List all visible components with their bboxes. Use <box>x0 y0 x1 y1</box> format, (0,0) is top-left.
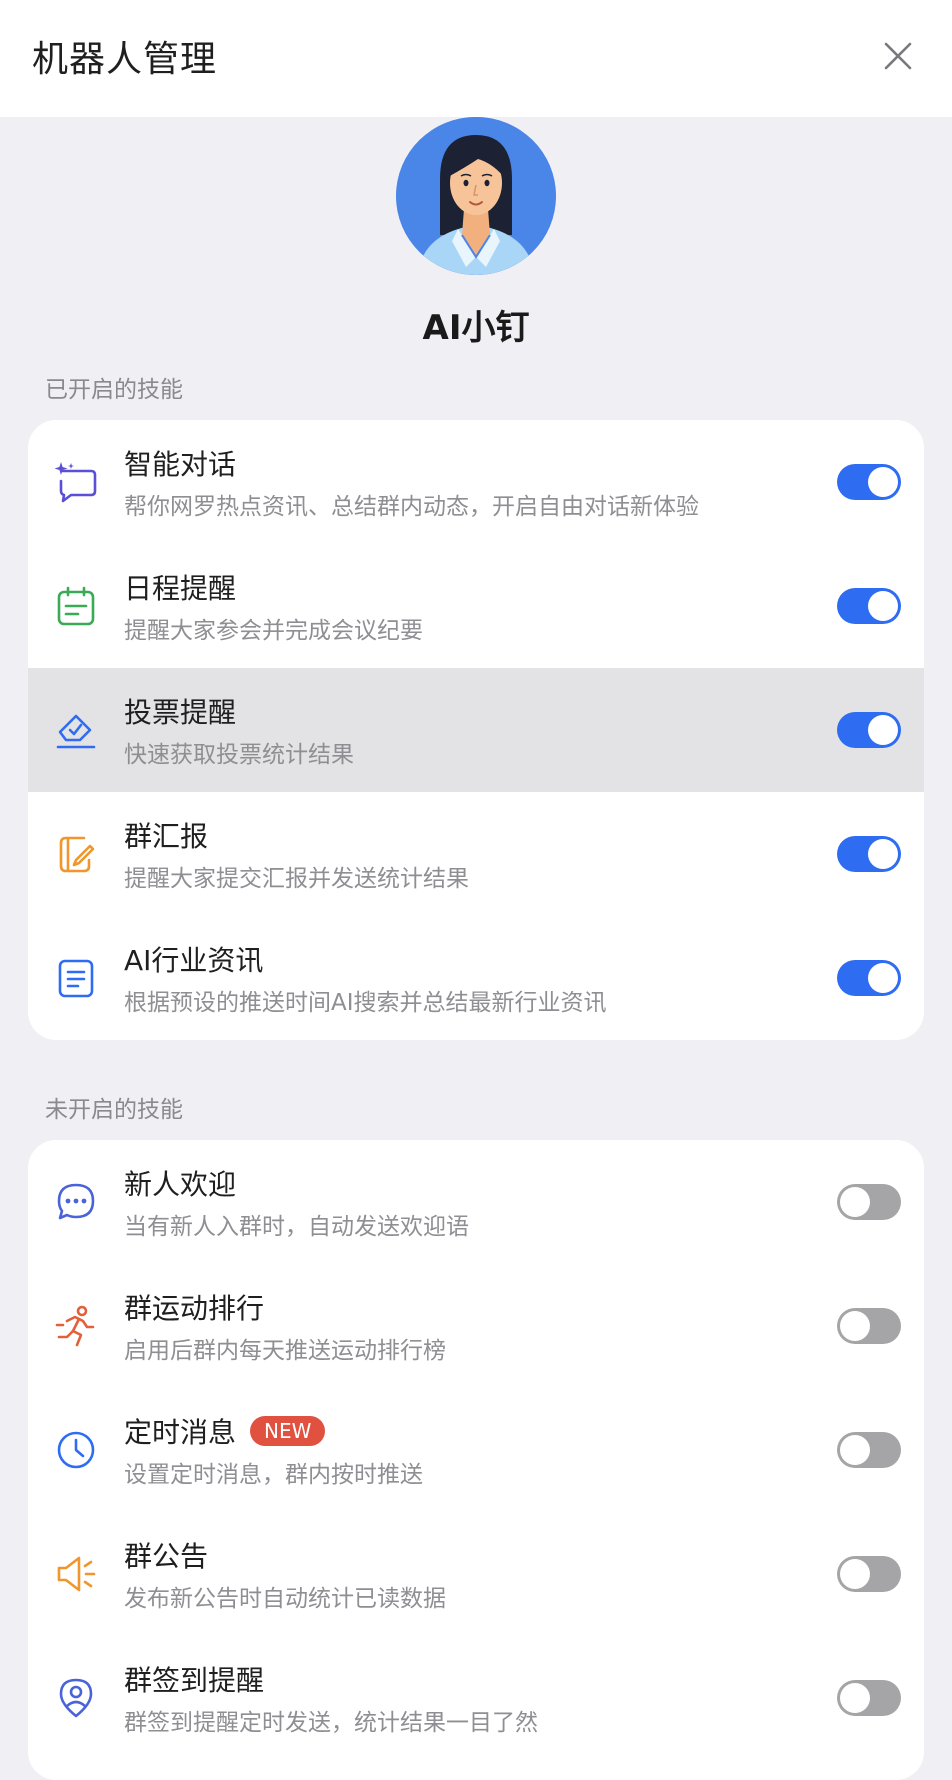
chat-bubble-icon <box>50 1176 102 1228</box>
skill-title: 群运动排行 <box>124 1292 265 1325</box>
toggle-knob <box>868 467 898 497</box>
vote-icon <box>50 704 102 756</box>
toggle-knob <box>840 1435 870 1465</box>
skill-description: 根据预设的推送时间AI搜索并总结最新行业资讯 <box>124 990 607 1016</box>
skill-title: 定时消息 NEW <box>124 1411 326 1451</box>
skill-row-scheduled-message[interactable]: 定时消息 NEW 设置定时消息，群内按时推送 <box>28 1388 924 1512</box>
skill-description: 帮你网罗热点资讯、总结群内动态，开启自由对话新体验 <box>124 494 699 520</box>
calendar-icon <box>50 580 102 632</box>
skill-title: 群汇报 <box>124 820 209 853</box>
skill-description: 发布新公告时自动统计已读数据 <box>124 1586 446 1612</box>
skill-row-checkin-reminder[interactable]: 群签到提醒 群签到提醒定时发送，统计结果一目了然 <box>28 1636 924 1760</box>
document-icon <box>50 952 102 1004</box>
skill-title: 群公告 <box>124 1540 209 1573</box>
skill-toggle[interactable] <box>837 1432 901 1468</box>
toggle-knob <box>840 1187 870 1217</box>
skill-toggle[interactable] <box>837 464 901 500</box>
skill-row-smart-chat[interactable]: 智能对话 帮你网罗热点资讯、总结群内动态，开启自由对话新体验 <box>28 420 924 544</box>
header: 机器人管理 <box>0 0 952 117</box>
skill-description: 当有新人入群时，自动发送欢迎语 <box>124 1214 469 1240</box>
skill-title: 新人欢迎 <box>124 1168 237 1201</box>
location-pin-icon <box>50 1672 102 1724</box>
toggle-knob <box>840 1311 870 1341</box>
skill-toggle[interactable] <box>837 836 901 872</box>
skill-description: 设置定时消息，群内按时推送 <box>124 1462 423 1488</box>
disabled-section-label: 未开启的技能 <box>45 1097 183 1123</box>
skill-row-sports-ranking[interactable]: 群运动排行 启用后群内每天推送运动排行榜 <box>28 1264 924 1388</box>
skill-toggle[interactable] <box>837 960 901 996</box>
skill-description: 启用后群内每天推送运动排行榜 <box>124 1338 446 1364</box>
skill-description: 提醒大家提交汇报并发送统计结果 <box>124 866 469 892</box>
enabled-section-label: 已开启的技能 <box>45 377 183 403</box>
megaphone-icon <box>50 1548 102 1600</box>
clock-icon <box>50 1424 102 1476</box>
skill-toggle[interactable] <box>837 712 901 748</box>
new-badge: NEW <box>250 1416 326 1446</box>
running-icon <box>50 1300 102 1352</box>
skill-toggle[interactable] <box>837 588 901 624</box>
skill-row-newcomer-welcome[interactable]: 新人欢迎 当有新人入群时，自动发送欢迎语 <box>28 1140 924 1264</box>
toggle-knob <box>868 839 898 869</box>
toggle-knob <box>868 591 898 621</box>
skill-toggle[interactable] <box>837 1680 901 1716</box>
toggle-knob <box>868 963 898 993</box>
skill-row-group-announcement[interactable]: 群公告 发布新公告时自动统计已读数据 <box>28 1512 924 1636</box>
toggle-knob <box>840 1683 870 1713</box>
close-icon <box>884 42 912 70</box>
skill-row-schedule-reminder[interactable]: 日程提醒 提醒大家参会并完成会议纪要 <box>28 544 924 668</box>
skill-description: 快速获取投票统计结果 <box>124 742 354 768</box>
report-edit-icon <box>50 828 102 880</box>
skill-title: AI行业资讯 <box>124 944 264 977</box>
skill-toggle[interactable] <box>837 1556 901 1592</box>
skill-title: 投票提醒 <box>124 696 237 729</box>
skill-title: 智能对话 <box>124 448 237 481</box>
toggle-knob <box>840 1559 870 1589</box>
page-title: 机器人管理 <box>32 39 218 80</box>
skill-row-group-report[interactable]: 群汇报 提醒大家提交汇报并发送统计结果 <box>28 792 924 916</box>
bot-name: AI小钉 <box>422 308 530 348</box>
skill-description: 群签到提醒定时发送，统计结果一目了然 <box>124 1710 538 1736</box>
skill-title: 群签到提醒 <box>124 1664 265 1697</box>
skill-title: 日程提醒 <box>124 572 237 605</box>
skill-description: 提醒大家参会并完成会议纪要 <box>124 618 423 644</box>
skill-toggle[interactable] <box>837 1184 901 1220</box>
close-button[interactable] <box>870 28 926 84</box>
bot-avatar <box>396 117 556 275</box>
toggle-knob <box>868 715 898 745</box>
enabled-skills-card: 智能对话 帮你网罗热点资讯、总结群内动态，开启自由对话新体验 日程提醒 提醒大家… <box>28 420 924 1040</box>
skill-row-ai-industry-news[interactable]: AI行业资讯 根据预设的推送时间AI搜索并总结最新行业资讯 <box>28 916 924 1040</box>
sparkle-chat-icon <box>50 456 102 508</box>
disabled-skills-card: 新人欢迎 当有新人入群时，自动发送欢迎语 群运动排行 启用后群内每天推送运动排行… <box>28 1140 924 1780</box>
skill-row-vote-reminder[interactable]: 投票提醒 快速获取投票统计结果 <box>28 668 924 792</box>
skill-toggle[interactable] <box>837 1308 901 1344</box>
